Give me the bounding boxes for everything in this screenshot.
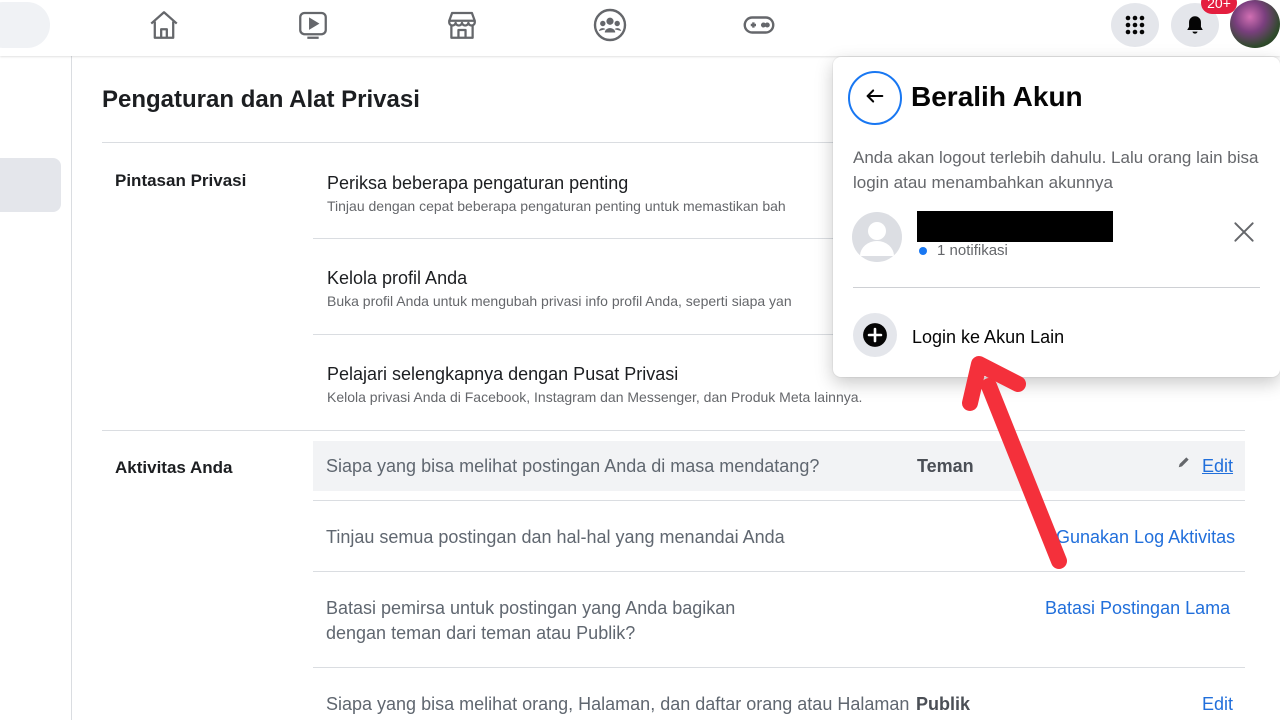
shortcut-privacy-center-subtitle: Kelola privasi Anda di Facebook, Instagr… (327, 389, 863, 405)
row-divider (313, 500, 1245, 501)
search-input[interactable] (0, 2, 50, 48)
activity-future-posts-question: Siapa yang bisa melihat postingan Anda d… (326, 456, 820, 476)
row-divider (313, 571, 1245, 572)
limit-past-posts-link[interactable]: Batasi Postingan Lama (1045, 598, 1230, 619)
row-divider (313, 667, 1245, 668)
top-navigation-bar: 20+ (0, 0, 1280, 56)
settings-sidebar (0, 56, 72, 720)
watch-icon[interactable] (295, 7, 331, 43)
profile-avatar[interactable] (1230, 0, 1280, 48)
popup-title: Beralih Akun (911, 81, 1083, 112)
marketplace-icon[interactable] (444, 7, 480, 43)
activity-future-posts-value: Teman (917, 456, 974, 476)
unread-dot (919, 247, 927, 255)
pencil-icon (1177, 455, 1191, 474)
account-notification-count: 1 notifikasi (937, 242, 1008, 259)
account-name-redacted (917, 211, 1113, 242)
back-button[interactable] (848, 71, 902, 125)
menu-grid-icon[interactable] (1111, 3, 1159, 47)
popup-divider (853, 287, 1260, 288)
login-other-account-label: Login ke Akun Lain (912, 327, 1065, 347)
section-label-your-activity: Aktivitas Anda (115, 458, 233, 477)
arrow-left-icon (864, 85, 886, 112)
activity-limit-past-posts-question-line1: Batasi pemirsa untuk postingan yang Anda… (326, 598, 736, 618)
gaming-icon[interactable] (741, 7, 777, 43)
groups-icon[interactable] (592, 7, 628, 43)
section-label-privacy-shortcuts: Pintasan Privasi (115, 171, 247, 190)
popup-description: Anda akan logout terlebih dahulu. Lalu o… (853, 148, 1259, 192)
plus-circle-icon (853, 313, 897, 357)
shortcut-review-settings-title[interactable]: Periksa beberapa pengaturan penting (327, 173, 628, 194)
notification-badge: 20+ (1201, 0, 1237, 14)
account-avatar[interactable] (852, 212, 902, 262)
sidebar-active-item[interactable] (0, 158, 61, 212)
activity-following-list-value: Publik (916, 694, 971, 714)
edit-following-list-link[interactable]: Edit (1202, 694, 1233, 715)
switch-account-popup: Beralih Akun Anda akan logout terlebih d… (833, 57, 1280, 377)
page-title: Pengaturan dan Alat Privasi (102, 86, 420, 113)
edit-future-posts-link[interactable]: Edit (1202, 456, 1233, 477)
shortcut-manage-profile-subtitle: Buka profil Anda untuk mengubah privasi … (327, 293, 792, 309)
activity-review-posts-question: Tinjau semua postingan dan hal-hal yang … (326, 527, 785, 547)
activity-limit-past-posts-question-line2: dengan teman dari teman atau Publik? (326, 623, 636, 643)
remove-account-close-icon[interactable] (1229, 217, 1259, 247)
home-icon[interactable] (146, 7, 182, 43)
activity-following-list-question: Siapa yang bisa melihat orang, Halaman, … (326, 694, 910, 714)
section-divider (102, 430, 1245, 431)
use-activity-log-link[interactable]: Gunakan Log Aktivitas (1056, 527, 1235, 548)
shortcut-manage-profile-title[interactable]: Kelola profil Anda (327, 268, 467, 289)
shortcut-review-settings-subtitle: Tinjau dengan cepat beberapa pengaturan … (327, 198, 786, 214)
shortcut-privacy-center-title[interactable]: Pelajari selengkapnya dengan Pusat Priva… (327, 364, 678, 385)
